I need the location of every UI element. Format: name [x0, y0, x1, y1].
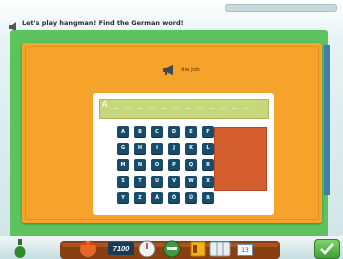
score-display: 7100 — [108, 242, 134, 255]
letter-key-D[interactable]: D — [168, 126, 180, 137]
instruction-text: Let's play hangman! Find the German word… — [22, 19, 184, 27]
letter-key-Ö[interactable]: Ö — [168, 192, 180, 203]
letter-key-U[interactable]: U — [151, 175, 163, 187]
confirm-button[interactable] — [314, 239, 340, 259]
letter-key-G[interactable]: G — [117, 142, 129, 154]
letter-key-K[interactable]: K — [185, 142, 197, 154]
letter-key-R[interactable]: R — [202, 159, 214, 170]
letter-key-F[interactable]: F — [202, 126, 214, 137]
hangman-picture — [214, 127, 267, 191]
grid-icon[interactable] — [209, 240, 231, 257]
letter-key-V[interactable]: V — [168, 175, 180, 187]
potion-icon[interactable] — [14, 238, 26, 258]
book-icon[interactable] — [190, 240, 206, 257]
top-progress-bar — [225, 4, 337, 12]
letter-key-E[interactable]: E — [185, 126, 197, 137]
letter-key-H[interactable]: H — [134, 142, 146, 154]
checkmark-icon — [320, 243, 334, 255]
letter-key-P[interactable]: P — [168, 159, 180, 170]
letter-key-Z[interactable]: Z — [134, 192, 146, 203]
letter-key-Ü[interactable]: Ü — [185, 192, 197, 203]
letter-key-A[interactable]: A — [117, 126, 129, 137]
letter-key-O[interactable]: O — [151, 159, 163, 170]
letter-key-J[interactable]: J — [168, 142, 180, 154]
letter-key-N[interactable]: N — [134, 159, 146, 170]
letter-key-B[interactable]: B — [134, 126, 146, 137]
letter-key-S[interactable]: S — [117, 175, 129, 187]
letter-key-ß[interactable]: ß — [202, 192, 214, 203]
letter-key-Y[interactable]: Y — [117, 192, 129, 203]
megaphone-icon[interactable] — [162, 64, 176, 76]
fox-icon[interactable] — [78, 239, 98, 257]
letter-key-X[interactable]: X — [202, 175, 214, 187]
page-counter: 13 — [237, 244, 253, 256]
timer-icon[interactable] — [137, 239, 157, 257]
letter-key-L[interactable]: L — [202, 142, 214, 154]
letter-key-T[interactable]: T — [134, 175, 146, 187]
answer-text: A _ _ _ _ _ _ _ _ _ _ _ _ — [102, 100, 250, 110]
letter-key-C[interactable]: C — [151, 126, 163, 137]
letter-key-Q[interactable]: Q — [185, 159, 197, 170]
letter-key-M[interactable]: M — [117, 159, 129, 170]
globe-icon[interactable] — [161, 239, 183, 257]
word-label: die Job — [181, 67, 200, 73]
letter-key-I[interactable]: I — [151, 142, 163, 154]
letter-key-W[interactable]: W — [185, 175, 197, 187]
letter-key-Ä[interactable]: Ä — [151, 192, 163, 203]
blue-edge — [324, 45, 330, 195]
